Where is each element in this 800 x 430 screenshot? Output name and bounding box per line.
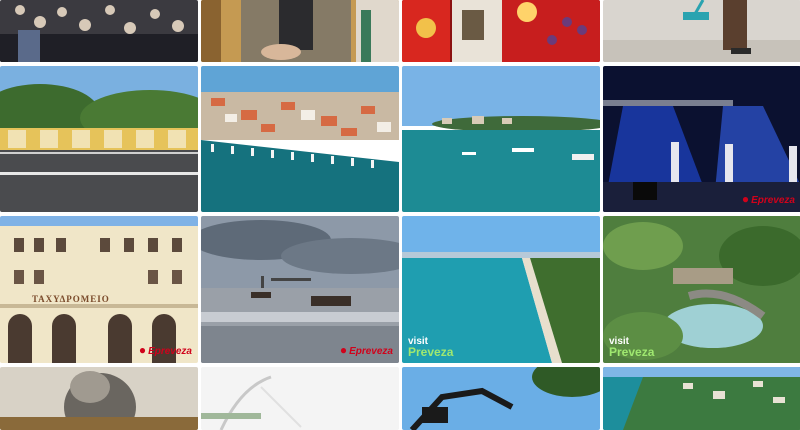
visit-brand: Preveza: [408, 345, 454, 359]
photo-aerial-beach[interactable]: visit Preveza: [402, 216, 600, 363]
photo-white-structure[interactable]: [201, 367, 399, 430]
photo-wildfire-smoke[interactable]: [0, 367, 198, 430]
photo-floor-cleaning[interactable]: [603, 0, 800, 62]
visit-brand: Preveza: [609, 345, 655, 359]
photo-excavator[interactable]: [402, 367, 600, 430]
photo-coastline-boats[interactable]: [402, 66, 600, 212]
photo-aerial-coast-town[interactable]: [603, 367, 800, 430]
building-sign-text: ΤΑΧΥΔΡΟΜΕΙΟ: [32, 294, 110, 304]
photo-concert-stage[interactable]: Epreveza: [603, 66, 800, 212]
visit-preveza-watermark: visit Preveza: [408, 337, 454, 359]
epreveza-watermark: Epreveza: [340, 343, 393, 357]
epreveza-watermark: Epreveza: [742, 192, 795, 206]
photo-crowd[interactable]: [0, 0, 198, 62]
photo-aerial-harbor[interactable]: [201, 66, 399, 212]
photo-man-seated[interactable]: [201, 0, 399, 62]
photo-stormy-seafront[interactable]: Epreveza: [201, 216, 399, 363]
photo-gallery-grid: Epreveza ΤΑΧΥΔΡΟΜΕΙΟ Epreveza Epreveza: [0, 0, 800, 430]
photo-post-office-building[interactable]: ΤΑΧΥΔΡΟΜΕΙΟ Epreveza: [0, 216, 198, 363]
photo-roadside-wall[interactable]: [0, 66, 198, 212]
photo-festival-red[interactable]: [402, 0, 600, 62]
photo-gorge-bridge[interactable]: visit Preveza: [603, 216, 800, 363]
epreveza-watermark: Epreveza: [139, 343, 192, 357]
visit-preveza-watermark: visit Preveza: [609, 337, 655, 359]
